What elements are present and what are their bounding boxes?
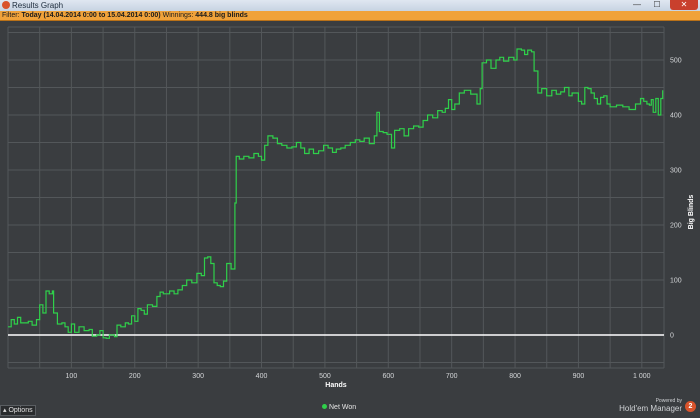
net-won-legend-marker <box>322 404 327 409</box>
y-tick-label: 0 <box>670 333 674 340</box>
x-tick-label: 1 000 <box>633 373 651 380</box>
branding: Powered by Hold'em Manager 2 <box>619 398 696 414</box>
winnings-value: 444.8 big blinds <box>195 12 248 19</box>
brand-name: Hold'em Manager <box>619 404 682 413</box>
x-tick-label: 900 <box>573 373 585 380</box>
options-expand-icon: ▴ <box>3 407 7 414</box>
filter-range[interactable]: Today (14.04.2014 0:00 to 15.04.2014 0:0… <box>21 12 160 19</box>
x-axis-ticks: 100 200 300 400 500 600 700 800 900 1 000 <box>66 373 651 380</box>
y-tick-label: 100 <box>670 278 682 285</box>
x-tick-label: 200 <box>129 373 141 380</box>
results-chart: 100 200 300 400 500 600 700 800 900 1 000 0 100 200… <box>7 26 695 389</box>
title-bar: Results Graph — ☐ ✕ <box>0 0 700 11</box>
y-tick-label: 400 <box>670 113 682 120</box>
y-tick-label: 500 <box>670 58 682 65</box>
maximize-button[interactable]: ☐ <box>648 0 666 10</box>
x-tick-label: 400 <box>256 373 268 380</box>
x-tick-label: 100 <box>66 373 78 380</box>
x-tick-label: 300 <box>192 373 204 380</box>
options-button[interactable]: ▴ Options <box>0 405 36 416</box>
x-tick-label: 600 <box>382 373 394 380</box>
x-tick-label: 800 <box>509 373 521 380</box>
close-button[interactable]: ✕ <box>670 0 698 10</box>
x-tick-label: 700 <box>446 373 458 380</box>
y-axis-ticks: 0 100 200 300 400 500 <box>670 58 682 340</box>
y-tick-label: 300 <box>670 168 682 175</box>
options-label: Options <box>8 407 33 414</box>
chart-grid <box>7 26 665 369</box>
net-won-line <box>8 48 664 339</box>
filter-prefix: Filter: <box>2 12 20 19</box>
chart-legend: Net Won <box>322 404 356 411</box>
x-tick-label: 500 <box>319 373 331 380</box>
net-won-legend-label: Net Won <box>329 404 357 411</box>
app-icon <box>2 1 10 9</box>
filter-bar: Filter: Today (14.04.2014 0:00 to 15.04.… <box>0 11 700 21</box>
minimize-button[interactable]: — <box>630 0 644 10</box>
winnings-label: Winnings: <box>162 12 194 19</box>
y-axis-label: Big Blinds <box>688 195 695 230</box>
window-title: Results Graph <box>12 1 64 10</box>
hm2-logo-icon: 2 <box>685 401 696 412</box>
y-tick-label: 200 <box>670 223 682 230</box>
x-axis-label: Hands <box>325 382 347 389</box>
